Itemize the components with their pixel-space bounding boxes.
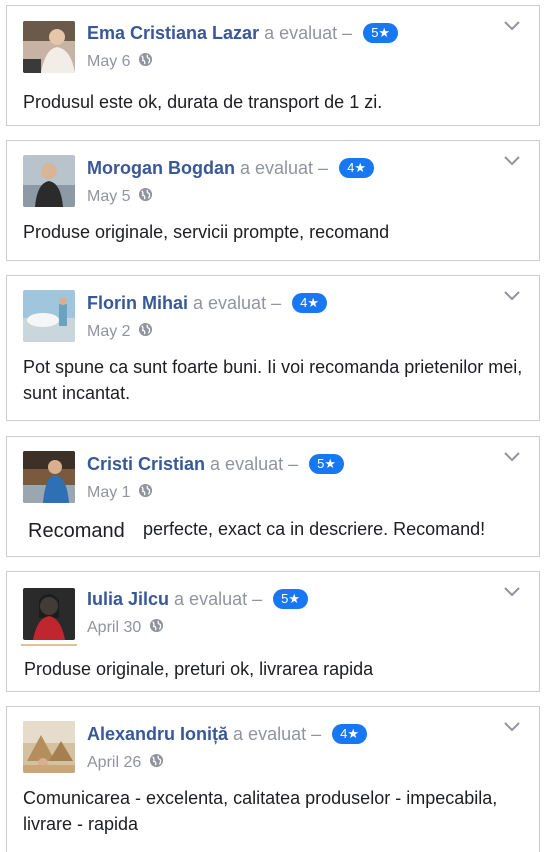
date-line: May 1 <box>87 483 153 503</box>
review-card: Alexandru Ioniță a evaluat – 4★ April 26… <box>6 706 540 852</box>
chevron-down-icon[interactable] <box>503 155 521 167</box>
reviewer-name[interactable]: Florin Mihai <box>87 293 188 313</box>
chevron-down-icon[interactable] <box>503 586 521 598</box>
review-card: Morogan Bogdan a evaluat – 4★ May 5 Prod… <box>6 140 540 261</box>
rating-badge: 5★ <box>309 454 345 474</box>
date-line: April 30 <box>87 618 164 638</box>
avatar[interactable] <box>23 21 75 73</box>
chevron-down-icon[interactable] <box>503 721 521 733</box>
avatar[interactable] <box>23 155 75 207</box>
chevron-down-icon[interactable] <box>503 290 521 302</box>
review-date[interactable]: May 2 <box>87 323 131 340</box>
chevron-down-icon[interactable] <box>503 20 521 32</box>
reviewer-line: Alexandru Ioniță a evaluat – 4★ <box>87 723 368 745</box>
review-action: a evaluat – <box>233 724 322 744</box>
globe-icon <box>138 187 153 202</box>
avatar-photo <box>23 155 75 207</box>
avatar-photo <box>23 588 75 640</box>
review-card: Ema Cristiana Lazar a evaluat – 5★ May 6… <box>6 5 540 126</box>
review-action: a evaluat – <box>193 293 282 313</box>
avatar-photo <box>23 21 75 73</box>
chevron-down-icon[interactable] <box>503 451 521 463</box>
divider <box>21 644 77 646</box>
globe-icon <box>138 322 153 337</box>
review-text: perfecte, exact ca in descriere. Recoman… <box>143 519 486 539</box>
review-action: a evaluat – <box>240 158 329 178</box>
reviewer-name[interactable]: Alexandru Ioniță <box>87 724 228 744</box>
review-text: Comunicarea - excelenta, calitatea produ… <box>23 788 498 834</box>
rating-badge: 4★ <box>339 158 374 178</box>
avatar[interactable] <box>23 451 75 503</box>
review-date[interactable]: April 30 <box>87 619 141 636</box>
reviewer-name[interactable]: Iulia Jilcu <box>87 589 169 609</box>
avatar[interactable] <box>23 721 75 773</box>
rating-badge: 4★ <box>292 293 327 313</box>
reviewer-name[interactable]: Cristi Cristian <box>87 454 205 474</box>
rating-badge: 4★ <box>332 724 368 744</box>
avatar[interactable] <box>23 588 75 640</box>
review-text: Produse originale, servicii prompte, rec… <box>23 222 390 242</box>
review-date[interactable]: April 26 <box>87 754 141 771</box>
review-date[interactable]: May 5 <box>87 188 131 205</box>
review-action: a evaluat – <box>264 23 353 43</box>
review-text-overlay: Recomand <box>24 516 131 546</box>
reviewer-line: Morogan Bogdan a evaluat – 4★ <box>87 157 374 179</box>
avatar-photo <box>23 451 75 503</box>
date-line: May 5 <box>87 187 153 207</box>
review-text: Pot spune ca sunt foarte buni. Ii voi re… <box>23 357 523 403</box>
globe-icon <box>138 52 153 67</box>
avatar-photo <box>23 290 75 342</box>
reviewer-name[interactable]: Morogan Bogdan <box>87 158 235 178</box>
date-line: May 6 <box>87 52 153 72</box>
globe-icon <box>138 483 153 498</box>
rating-badge: 5★ <box>363 23 399 43</box>
review-text: Produse originale, preturi ok, livrarea … <box>24 659 374 679</box>
rating-badge: 5★ <box>273 589 309 609</box>
review-action: a evaluat – <box>174 589 263 609</box>
review-card: Iulia Jilcu a evaluat – 5★ April 30 Prod… <box>6 571 540 692</box>
avatar-photo <box>23 721 75 773</box>
reviewer-line: Ema Cristiana Lazar a evaluat – 5★ <box>87 22 399 44</box>
reviewer-line: Florin Mihai a evaluat – 4★ <box>87 292 327 314</box>
date-line: May 2 <box>87 322 153 342</box>
review-action: a evaluat – <box>210 454 299 474</box>
reviewer-line: Cristi Cristian a evaluat – 5★ <box>87 453 345 475</box>
review-card: Florin Mihai a evaluat – 4★ May 2 Pot sp… <box>6 275 540 421</box>
avatar[interactable] <box>23 290 75 342</box>
review-date[interactable]: May 6 <box>87 53 131 70</box>
reviewer-name[interactable]: Ema Cristiana Lazar <box>87 23 259 43</box>
globe-icon <box>149 753 163 768</box>
date-line: April 26 <box>87 753 164 773</box>
reviewer-line: Iulia Jilcu a evaluat – 5★ <box>87 588 309 610</box>
review-card: Cristi Cristian a evaluat – 5★ May 1 per… <box>6 436 540 557</box>
globe-icon <box>149 618 163 633</box>
review-text: Produsul este ok, durata de transport de… <box>23 92 383 112</box>
reviews-list: Ema Cristiana Lazar a evaluat – 5★ May 6… <box>0 0 550 852</box>
review-date[interactable]: May 1 <box>87 484 131 501</box>
